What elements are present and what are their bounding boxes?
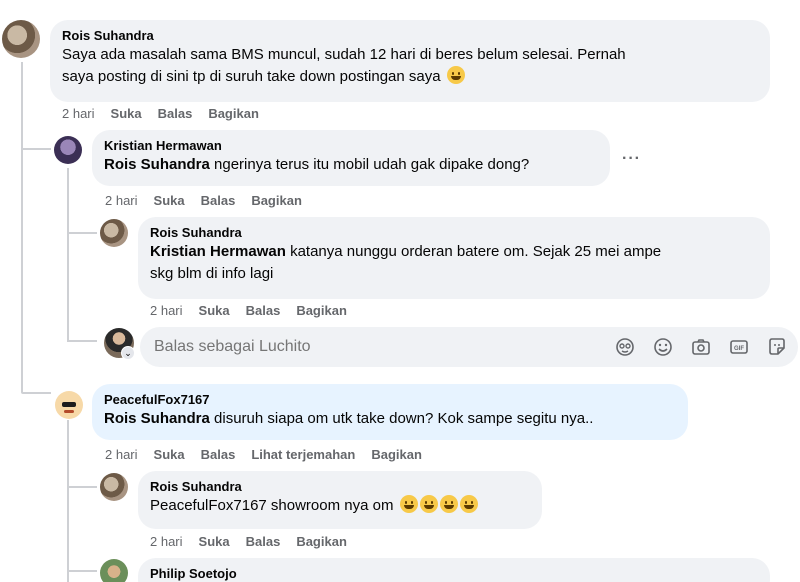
comment-text: Rois Suhandra ngerinya terus itu mobil u…	[104, 156, 530, 173]
mention-link[interactable]: Rois Suhandra	[104, 156, 210, 173]
avatar-sticker-icon[interactable]	[615, 337, 635, 357]
comment-bubble: Rois Suhandra Saya ada masalah sama BMS …	[50, 20, 770, 102]
thread-connector-reply	[67, 340, 97, 342]
comment-text: PeacefulFox7167 showroom nya om	[150, 495, 530, 517]
comment-text: saya posting di sini tp di suruh take do…	[62, 66, 758, 88]
sticker-icon[interactable]	[767, 337, 787, 357]
timestamp[interactable]: 2 hari	[150, 534, 183, 549]
comment-bubble: Kristian Hermawan Rois Suhandra ngerinya…	[92, 130, 610, 186]
avatar[interactable]	[100, 219, 128, 247]
reply-composer: GIF	[140, 327, 798, 367]
chevron-down-icon[interactable]: ⌄	[121, 346, 135, 360]
reply-button[interactable]: Balas	[158, 106, 193, 121]
comment-author[interactable]: Rois Suhandra	[62, 28, 758, 44]
like-button[interactable]: Suka	[199, 303, 230, 318]
svg-text:GIF: GIF	[734, 346, 744, 352]
gif-icon[interactable]: GIF	[729, 337, 749, 357]
reply-input[interactable]	[154, 327, 594, 367]
avatar[interactable]	[55, 391, 83, 419]
grinning-emoji-icon	[459, 495, 478, 513]
comment-text: Rois Suhandra disuruh siapa om utk take …	[104, 410, 594, 427]
like-button[interactable]: Suka	[154, 193, 185, 208]
camera-icon[interactable]	[691, 337, 711, 357]
comment-author[interactable]: Philip Soetojo	[150, 566, 758, 582]
thread-connector-6	[67, 570, 97, 572]
thread-line-sub2	[67, 420, 69, 582]
see-translation-link[interactable]: Lihat terjemahan	[251, 447, 355, 462]
reply-button[interactable]: Balas	[246, 534, 281, 549]
share-button[interactable]: Bagikan	[296, 303, 347, 318]
comment-bubble: PeacefulFox7167 Rois Suhandra disuruh si…	[92, 384, 688, 440]
comment-actions: 2 hari Suka Balas Bagikan	[150, 303, 363, 319]
thread-connector-1	[21, 148, 51, 150]
thread-line-sub1	[67, 168, 69, 340]
mention-link[interactable]: Kristian Hermawan	[150, 243, 286, 260]
avatar[interactable]	[54, 136, 82, 164]
grinning-emoji-icon	[446, 66, 465, 84]
comment-text: Saya ada masalah sama BMS muncul, sudah …	[62, 46, 626, 63]
share-button[interactable]: Bagikan	[296, 534, 347, 549]
comment-text: skg blm di info lagi	[150, 265, 274, 282]
comment-actions: 2 hari Suka Balas Bagikan	[105, 193, 318, 209]
comment-bubble: Philip Soetojo	[138, 558, 770, 582]
comment-bubble: Rois Suhandra PeacefulFox7167 showroom n…	[138, 471, 542, 529]
share-button[interactable]: Bagikan	[208, 106, 259, 121]
comment-bubble: Rois Suhandra Kristian Hermawan katanya …	[138, 217, 770, 299]
comment-actions: 2 hari Suka Balas Lihat terjemahan Bagikan	[105, 447, 438, 463]
timestamp[interactable]: 2 hari	[105, 193, 138, 208]
grinning-emoji-icon	[419, 495, 438, 513]
reply-button[interactable]: Balas	[201, 193, 236, 208]
avatar[interactable]	[2, 20, 40, 58]
avatar[interactable]	[100, 473, 128, 501]
comment-author[interactable]: Kristian Hermawan	[104, 138, 598, 154]
thread-line-main	[21, 62, 23, 392]
comment-author[interactable]: PeacefulFox7167	[104, 392, 676, 408]
like-button[interactable]: Suka	[199, 534, 230, 549]
comment-actions: 2 hari Suka Balas Bagikan	[150, 534, 363, 550]
like-button[interactable]: Suka	[111, 106, 142, 121]
grinning-emoji-icon	[399, 495, 418, 513]
more-options-icon[interactable]: ···	[622, 150, 641, 168]
reply-button[interactable]: Balas	[201, 447, 236, 462]
like-button[interactable]: Suka	[154, 447, 185, 462]
thread-connector-3	[67, 232, 97, 234]
share-button[interactable]: Bagikan	[251, 193, 302, 208]
comment-author[interactable]: Rois Suhandra	[150, 479, 530, 495]
grinning-emoji-icon	[439, 495, 458, 513]
thread-connector-4	[21, 392, 51, 394]
timestamp[interactable]: 2 hari	[150, 303, 183, 318]
share-button[interactable]: Bagikan	[371, 447, 422, 462]
comment-author[interactable]: Rois Suhandra	[150, 225, 758, 241]
reply-button[interactable]: Balas	[246, 303, 281, 318]
thread-connector-5	[67, 486, 97, 488]
mention-link[interactable]: Rois Suhandra	[104, 410, 210, 427]
timestamp[interactable]: 2 hari	[62, 106, 95, 121]
comment-actions: 2 hari Suka Balas Bagikan	[62, 106, 275, 122]
comment-text: Kristian Hermawan katanya nunggu orderan…	[150, 243, 662, 260]
emoji-icon[interactable]	[653, 337, 673, 357]
timestamp[interactable]: 2 hari	[105, 447, 138, 462]
avatar[interactable]	[100, 559, 128, 582]
